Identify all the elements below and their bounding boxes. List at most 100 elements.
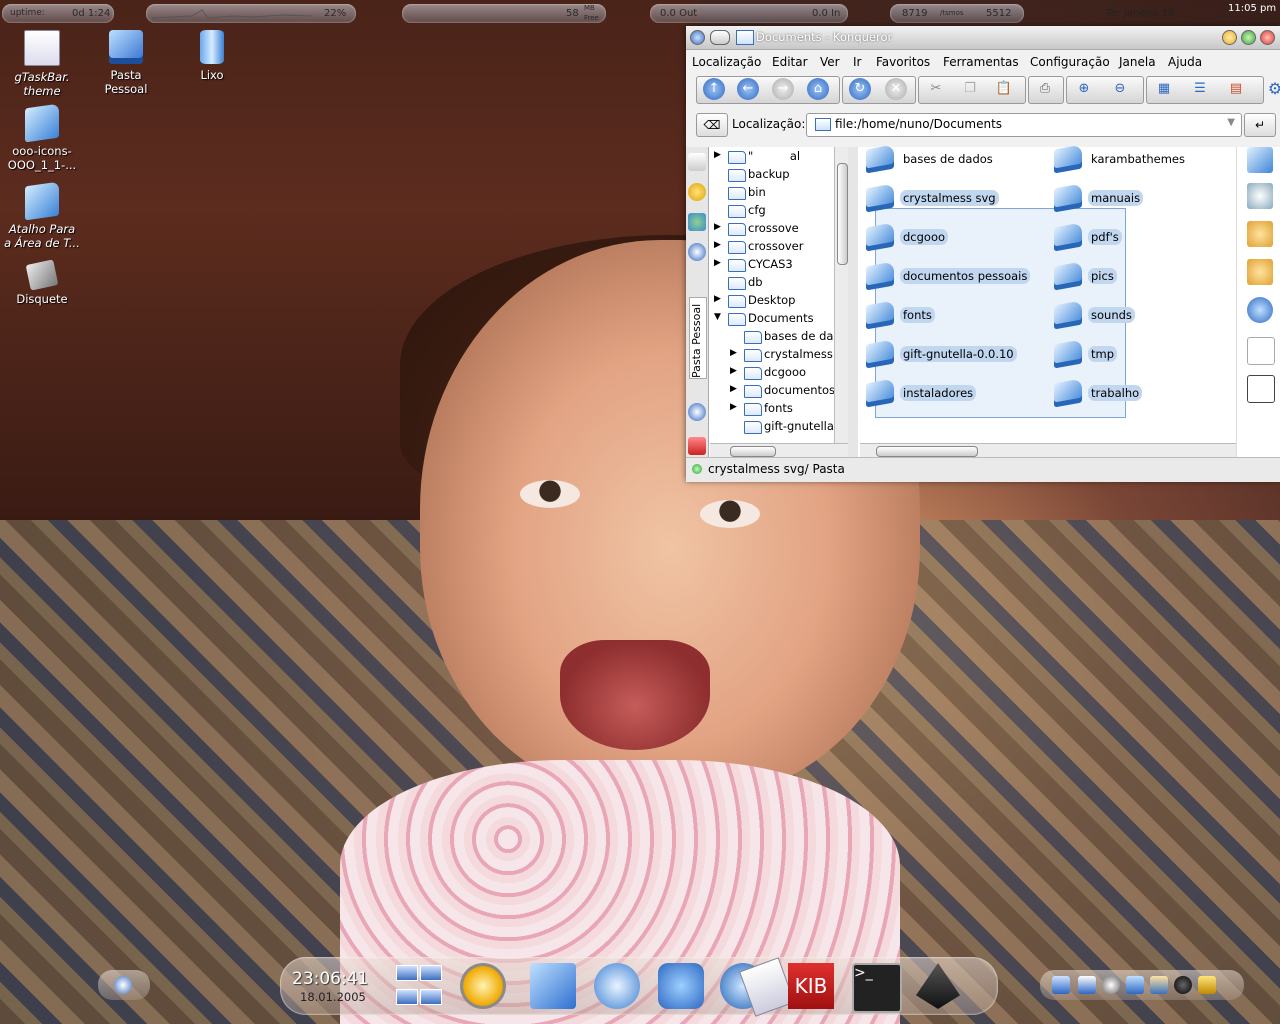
package-icon[interactable] xyxy=(1247,259,1273,285)
copy-icon[interactable]: ❐ xyxy=(959,78,981,100)
script-file-icon[interactable] xyxy=(1247,375,1275,403)
desktop-icon-label: gTaskBar. theme xyxy=(14,70,70,98)
expand-arrow-icon[interactable]: ▶ xyxy=(730,366,737,376)
back-icon[interactable]: ← xyxy=(737,78,759,100)
bomb-icon[interactable] xyxy=(1174,976,1192,994)
desktop-icon-ooo-icons[interactable]: ooo-icons- OOO_1_1-... xyxy=(0,103,84,172)
expand-arrow-icon[interactable]: ▶ xyxy=(730,384,737,394)
icon-view-horizontal-scrollbar[interactable] xyxy=(860,443,1276,458)
tools-icon[interactable] xyxy=(688,153,706,171)
display-icon[interactable] xyxy=(1078,976,1096,994)
file-manager-icon[interactable] xyxy=(530,963,576,1009)
window-titlebar[interactable]: Documents - Konqueror xyxy=(686,26,1280,50)
location-input[interactable]: file:/home/nuno/Documents ▼ xyxy=(806,113,1242,137)
time-text: 11:05 pm xyxy=(1228,3,1277,14)
konqueror-icon[interactable] xyxy=(594,963,640,1009)
expand-arrow-icon[interactable]: ▶ xyxy=(714,150,721,160)
desktop-icon-lixo[interactable]: Lixo xyxy=(170,30,254,82)
kiib-icon[interactable]: KIB xyxy=(788,963,834,1009)
folder-icon xyxy=(815,118,831,131)
expand-arrow-icon[interactable]: ▶ xyxy=(714,294,721,304)
bookmarks-star-icon[interactable] xyxy=(688,183,706,201)
text-file-icon[interactable] xyxy=(1247,337,1275,365)
folder-icon xyxy=(25,103,59,143)
html-file-icon[interactable] xyxy=(1247,183,1273,209)
folder-icon xyxy=(728,205,746,218)
maximize-button[interactable] xyxy=(1241,30,1256,45)
paste-icon[interactable]: 📋 xyxy=(993,78,1015,100)
sticky-button[interactable] xyxy=(710,30,730,45)
scrollbar-thumb[interactable] xyxy=(730,446,776,457)
inkscape-icon[interactable] xyxy=(916,963,960,1009)
menu-janela[interactable]: Janela xyxy=(1119,55,1156,69)
desktop-icon-pasta-pessoal[interactable]: Pasta Pessoal xyxy=(84,30,168,96)
expand-arrow-icon[interactable]: ▶ xyxy=(714,258,721,268)
kde-menu-icon[interactable] xyxy=(460,963,506,1009)
volume-icon[interactable] xyxy=(1102,976,1120,994)
menu-ferramentas[interactable]: Ferramentas xyxy=(943,55,1019,69)
list-view-icon[interactable]: ☰ xyxy=(1189,78,1211,100)
menu-ajuda[interactable]: Ajuda xyxy=(1168,55,1202,69)
clear-location-icon[interactable]: ⌫ xyxy=(696,113,728,137)
network-tray-icon[interactable] xyxy=(1126,976,1144,994)
up-icon[interactable]: ↑ xyxy=(703,78,725,100)
services-icon[interactable] xyxy=(688,437,706,455)
scrollbar-thumb[interactable] xyxy=(876,446,978,457)
cut-icon[interactable]: ✂ xyxy=(925,78,947,100)
scrollbar-thumb[interactable] xyxy=(837,163,848,265)
expand-arrow-icon[interactable]: ▶ xyxy=(730,348,737,358)
gear-icon[interactable] xyxy=(1247,297,1273,323)
menu-ir[interactable]: Ir xyxy=(853,55,861,69)
package-icon[interactable] xyxy=(1247,221,1273,247)
expand-arrow-icon[interactable]: ▶ xyxy=(714,222,721,232)
stop-icon[interactable]: ✕ xyxy=(885,78,907,100)
window-menu-button[interactable] xyxy=(690,30,705,45)
network-icon[interactable] xyxy=(658,963,704,1009)
desktop-icon-disquete[interactable]: Disquete xyxy=(0,259,84,306)
home-icon[interactable]: ⌂ xyxy=(807,78,829,100)
cpu-percent: 22% xyxy=(324,8,347,19)
folder-icon[interactable] xyxy=(1247,147,1273,173)
minimize-button[interactable] xyxy=(1222,30,1237,45)
reload-icon[interactable]: ↻ xyxy=(849,78,871,100)
folder-icon xyxy=(728,313,746,326)
korganizer-icon[interactable] xyxy=(1198,976,1216,994)
expand-arrow-icon[interactable]: ▶ xyxy=(714,240,721,250)
history-clock-icon[interactable] xyxy=(688,243,706,261)
sidebar-tab-pasta-pessoal[interactable]: Pasta Pessoal xyxy=(689,297,707,379)
tree-vertical-scrollbar[interactable] xyxy=(834,147,849,443)
icon-view-icon[interactable]: ▦ xyxy=(1153,78,1175,100)
tree-view-icon[interactable]: ▤ xyxy=(1225,78,1247,100)
zoom-out-icon[interactable]: ⊖ xyxy=(1109,78,1131,100)
desktop-icon-gtaskbar-theme[interactable]: gTaskBar. theme xyxy=(0,30,84,98)
desktop-pager-icon[interactable] xyxy=(394,963,442,1009)
konqueror-window: Documents - Konqueror Localização Editar… xyxy=(686,26,1280,482)
close-button[interactable] xyxy=(1260,30,1275,45)
forward-icon[interactable]: → xyxy=(772,78,794,100)
expand-arrow-icon[interactable]: ▼ xyxy=(714,312,721,322)
wallpaper-mouth xyxy=(560,640,710,750)
devices-icon[interactable] xyxy=(688,213,706,231)
folder-icon xyxy=(744,421,762,434)
panel-splitter[interactable] xyxy=(848,147,858,457)
print-icon[interactable]: ⎙ xyxy=(1034,78,1056,100)
terminal-icon[interactable]: >_ xyxy=(852,963,902,1013)
menu-favoritos[interactable]: Favoritos xyxy=(876,55,930,69)
menu-editar[interactable]: Editar xyxy=(772,55,808,69)
desktop-icon-desktop-shortcut[interactable]: Atalho Para a Área de T... xyxy=(0,181,84,250)
expand-arrow-icon[interactable]: ▶ xyxy=(730,402,737,412)
go-button[interactable]: ↵ xyxy=(1244,113,1276,137)
clipboard-icon[interactable] xyxy=(1150,976,1168,994)
desktop-icon-label: Pasta Pessoal xyxy=(104,68,148,96)
network-meter: 0.0 Out 0.0 In xyxy=(650,4,848,23)
show-desktop-button[interactable] xyxy=(98,970,150,1000)
menu-configuracao[interactable]: Configuração xyxy=(1030,55,1110,69)
location-dropdown-icon[interactable]: ▼ xyxy=(1227,117,1235,128)
network-icon[interactable] xyxy=(688,403,706,421)
menu-localizacao[interactable]: Localização xyxy=(692,55,761,69)
settings-gear-icon[interactable]: ⚙ xyxy=(1264,78,1280,100)
tree-horizontal-scrollbar[interactable] xyxy=(710,443,848,458)
menu-ver[interactable]: Ver xyxy=(820,55,840,69)
zoom-in-icon[interactable]: ⊕ xyxy=(1073,78,1095,100)
klipper-icon[interactable] xyxy=(1052,976,1070,994)
